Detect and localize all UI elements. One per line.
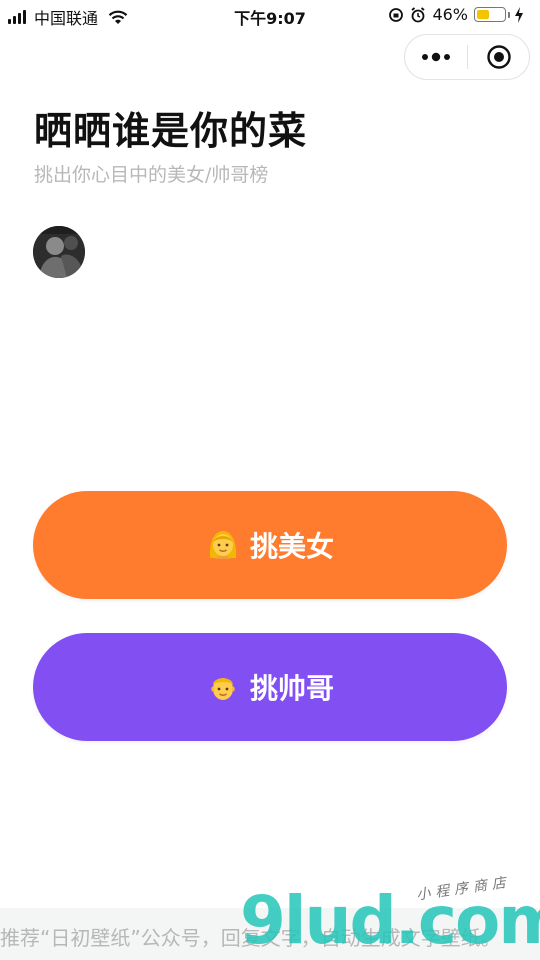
rotation-lock-icon: [389, 7, 404, 22]
screen: 中国联通 下午9:07 46% 晒晒谁是你的菜 挑出你心目中的美女/帅哥榜 挑美…: [0, 0, 540, 960]
watermark-sub: 小程序商店: [415, 874, 512, 904]
battery-icon: [474, 7, 506, 22]
pick-girl-button[interactable]: 挑美女: [33, 491, 507, 599]
page-title: 晒晒谁是你的菜: [34, 109, 308, 153]
pick-boy-label: 挑帅哥: [249, 672, 334, 705]
target-close-icon[interactable]: [468, 35, 530, 79]
capsule-menu: [404, 34, 530, 80]
pick-boy-button[interactable]: 挑帅哥: [33, 633, 507, 741]
status-right: 46%: [388, 5, 530, 24]
footer-banner[interactable]: 推荐“日初壁纸”公众号，回复文字，自动生成文字壁纸。: [0, 908, 540, 960]
footer-text: 推荐“日初壁纸”公众号，回复文字，自动生成文字壁纸。: [0, 926, 501, 950]
page-subtitle: 挑出你心目中的美女/帅哥榜: [34, 164, 269, 186]
more-dots-icon[interactable]: [405, 35, 467, 79]
battery-percent: 46%: [432, 5, 468, 24]
status-bar: 中国联通 下午9:07 46%: [0, 0, 540, 30]
battery-cap: [508, 11, 510, 18]
charging-bolt-icon: [515, 6, 523, 23]
alarm-icon: [411, 6, 425, 22]
battery-fill: [477, 10, 489, 19]
avatar[interactable]: [33, 226, 85, 278]
woman-emoji-icon: [209, 531, 237, 559]
man-emoji-icon: [211, 678, 235, 700]
pick-girl-label: 挑美女: [249, 530, 334, 563]
